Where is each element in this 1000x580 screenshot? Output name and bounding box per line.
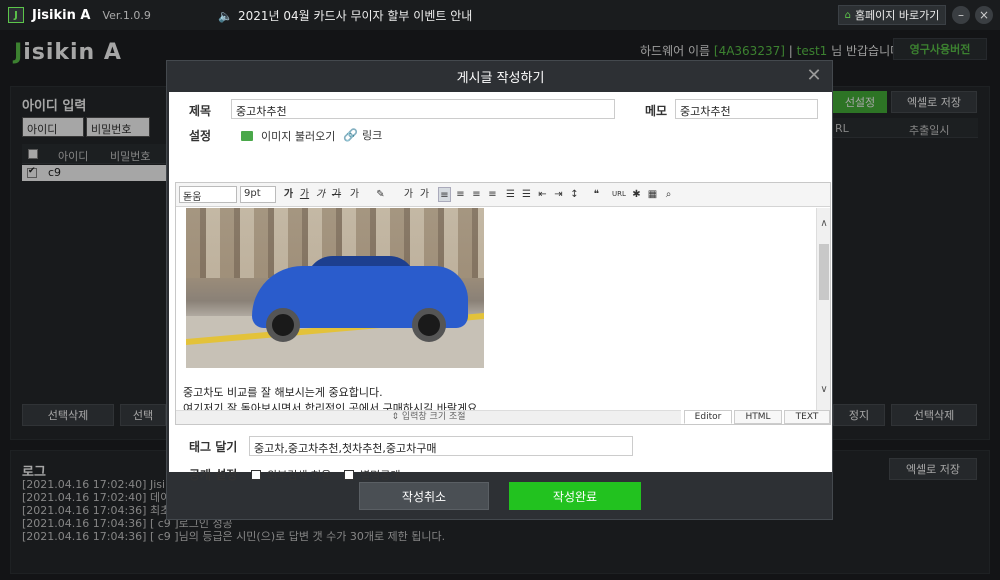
tab-html[interactable]: HTML — [734, 410, 782, 424]
table-icon[interactable]: ▦ — [646, 187, 659, 202]
link-label: 링크 — [361, 129, 383, 142]
bullet-list-icon[interactable]: ☰ — [520, 187, 533, 202]
image-import-button[interactable]: 이미지 불러오기 — [241, 128, 335, 144]
strikethrough-icon[interactable]: 가 — [330, 187, 343, 202]
font-select[interactable]: 돋움 — [179, 186, 237, 203]
ordered-list-icon[interactable]: ☰ — [504, 187, 517, 202]
tab-editor[interactable]: Editor — [684, 410, 732, 424]
align-justify-icon[interactable]: ≡ — [486, 187, 499, 202]
scroll-thumb[interactable] — [819, 244, 829, 300]
speaker-icon: 🔈 — [218, 8, 233, 23]
app-version: Ver.1.0.9 — [102, 8, 151, 22]
indent-icon[interactable]: ⇥ — [552, 187, 565, 202]
resize-handle[interactable]: ⇕ 입력창 크기 조절 — [176, 410, 681, 424]
notice-text: 2021년 04월 카드사 무이자 할부 이벤트 안내 — [238, 9, 473, 23]
cancel-button[interactable]: 작성취소 — [359, 482, 489, 510]
link-icon: 🔗 — [343, 128, 358, 142]
subject-label: 제목 — [189, 104, 212, 118]
anonymous-option[interactable]: 별명공개 — [344, 467, 400, 483]
settings-label: 설정 — [189, 129, 212, 143]
tag-label: 태그 달기 — [189, 440, 238, 454]
content-line-2: 여기저기 잘 돌아보시면서 합리적인 곳에서 구매하시길 바랄게요 — [183, 402, 478, 410]
homepage-button-label: 홈페이지 바로가기 — [854, 9, 940, 22]
scroll-up-icon[interactable]: ∧ — [817, 218, 831, 229]
car-image — [186, 208, 484, 368]
image-import-label: 이미지 불러오기 — [261, 130, 336, 143]
subscript-icon[interactable]: 가 — [418, 187, 431, 202]
close-window-button[interactable]: × — [975, 6, 993, 24]
subject-input[interactable]: 중고차추천 — [231, 99, 615, 119]
editor-scrollbar[interactable]: ∧ ∨ — [816, 208, 830, 410]
scroll-down-icon[interactable]: ∨ — [817, 384, 831, 395]
external-search-checkbox[interactable] — [251, 470, 261, 480]
superscript-icon[interactable]: 가 — [402, 187, 415, 202]
notice-banner[interactable]: 🔈 2021년 04월 카드사 무이자 할부 이벤트 안내 — [218, 7, 472, 24]
font-size-select[interactable]: 9pt — [240, 186, 276, 203]
find-icon[interactable]: ⌕ — [662, 187, 675, 202]
link-button[interactable]: 🔗 링크 — [343, 127, 382, 143]
homepage-button[interactable]: ⌂ 홈페이지 바로가기 — [838, 5, 946, 25]
image-icon — [241, 131, 253, 141]
post-write-modal: 게시글 작성하기 ✕ 제목 중고차추천 메모 중고차추천 설정 이미지 불러오기… — [166, 60, 833, 520]
anonymous-label: 별명공개 — [360, 469, 401, 482]
align-center-icon[interactable]: ≡ — [454, 187, 467, 202]
special-char-icon[interactable]: ✱ — [630, 187, 643, 202]
font-color-icon[interactable]: 가 — [348, 187, 361, 202]
external-search-option[interactable]: 외부검색 허용 — [251, 467, 331, 483]
content-line-1: 중고차도 비교를 잘 해보시는게 중요합니다. — [183, 386, 383, 399]
bg-color-icon[interactable]: ✎ — [374, 187, 387, 202]
memo-label: 메모 — [645, 104, 668, 118]
underline-icon[interactable]: 가 — [298, 187, 311, 202]
outdent-icon[interactable]: ⇤ — [536, 187, 549, 202]
modal-body: 제목 중고차추천 메모 중고차추천 설정 이미지 불러오기 🔗 링크 돋움 9p… — [169, 92, 832, 482]
line-height-icon[interactable]: ↕ — [568, 187, 581, 202]
submit-button[interactable]: 작성완료 — [509, 482, 641, 510]
url-icon[interactable]: URL — [612, 187, 626, 202]
align-right-icon[interactable]: ≡ — [470, 187, 483, 202]
external-search-label: 외부검색 허용 — [267, 469, 332, 482]
home-icon: ⌂ — [844, 9, 851, 21]
modal-title: 게시글 작성하기 — [456, 70, 545, 86]
close-icon[interactable]: ✕ — [805, 67, 823, 85]
bold-icon[interactable]: 가 — [282, 187, 295, 202]
tag-input[interactable]: 중고차,중고차추천,첫차추천,중고차구매 — [249, 436, 633, 456]
visibility-label: 공개 설정 — [189, 468, 238, 482]
app-logo-icon: J — [8, 7, 24, 23]
minimize-button[interactable]: – — [952, 6, 970, 24]
align-left-icon[interactable]: ≡ — [438, 187, 451, 202]
editor-content[interactable]: 중고차도 비교를 잘 해보시는게 중요합니다. 여기저기 잘 돌아보시면서 합리… — [176, 208, 816, 410]
tab-text[interactable]: TEXT — [784, 410, 830, 424]
anonymous-checkbox[interactable] — [344, 470, 354, 480]
memo-input[interactable]: 중고차추천 — [675, 99, 818, 119]
quote-icon[interactable]: ❝ — [590, 187, 603, 202]
app-name: Jisikin A — [32, 7, 91, 23]
editor-toolbar: 돋움 9pt 가 가 가 가 가 ✎ 가 가 ≡ ≡ ≡ ≡ ☰ ☰ ⇤ ⇥ ↕… — [176, 183, 830, 207]
italic-icon[interactable]: 가 — [314, 187, 327, 202]
rich-text-editor: 돋움 9pt 가 가 가 가 가 ✎ 가 가 ≡ ≡ ≡ ≡ ☰ ☰ ⇤ ⇥ ↕… — [175, 182, 831, 425]
